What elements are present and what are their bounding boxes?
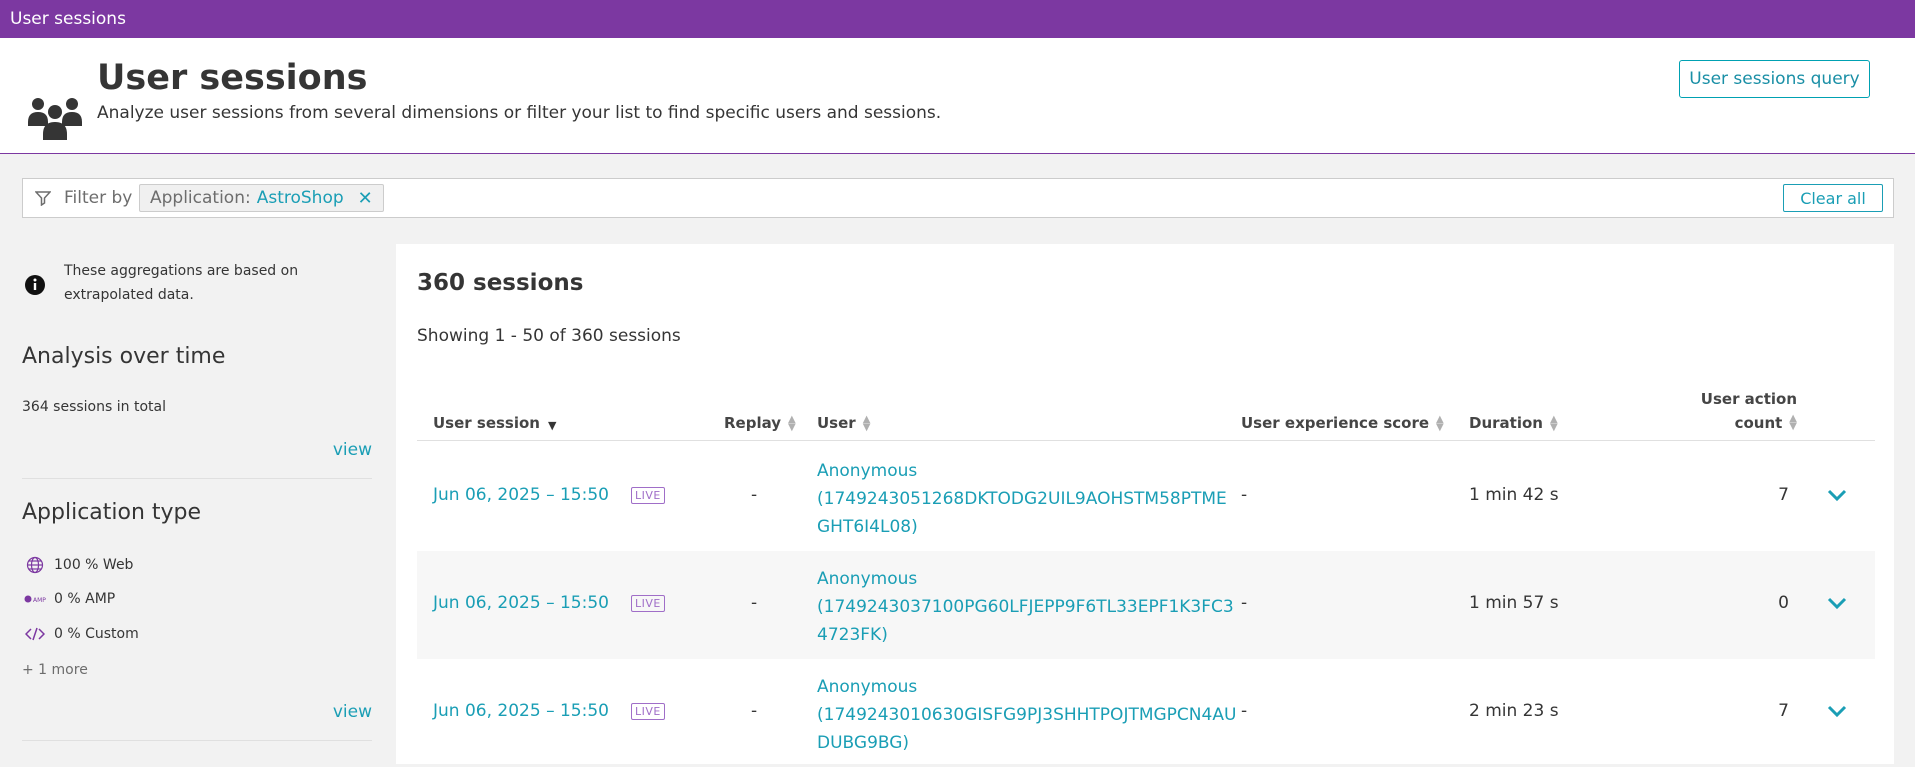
table-header: User session ▼ Replay ▲ ▼ User ▲ ▼ User ex… (417, 384, 1875, 441)
replay-value: - (751, 701, 758, 721)
divider (22, 740, 372, 741)
action-count: 7 (1778, 485, 1789, 505)
user-id: (1749243010630GISFG9PJ3SHHTPOJTMGPCN4AU (817, 705, 1237, 725)
user-name: Anonymous (817, 569, 918, 589)
analysis-over-time-heading: Analysis over time (22, 344, 226, 369)
table-row[interactable]: Jun 06, 2025 – 15:50 LIVE - Anonymous (1… (417, 659, 1875, 767)
col-user[interactable]: User ▲ ▼ (817, 414, 871, 433)
sessions-panel: 360 sessions Showing 1 - 50 of 360 sessi… (396, 244, 1894, 764)
user-sessions-query-button[interactable]: User sessions query (1679, 60, 1870, 98)
col-label: User session (433, 414, 540, 432)
apptype-web: 100 % Web (24, 556, 133, 574)
col-duration[interactable]: Duration ▲ ▼ (1469, 414, 1558, 433)
user-id-cont: GHT6I4L08) (817, 517, 918, 537)
apptype-custom: 0 % Custom (24, 626, 139, 642)
filter-chip-value: AstroShop (256, 188, 344, 208)
sort-icon: ▲ ▼ (788, 414, 796, 433)
ux-score: - (1241, 701, 1248, 721)
sort-icon: ▲ ▼ (1436, 414, 1444, 433)
amp-icon: AMP (24, 594, 46, 604)
col-label: User action (1700, 390, 1797, 408)
user-link[interactable]: Anonymous (1749243010630GISFG9PJ3SHHTPOJ… (817, 673, 1237, 757)
col-user-experience-score[interactable]: User experience score ▲ ▼ (1241, 414, 1444, 433)
user-name: Anonymous (817, 461, 918, 481)
divider (22, 478, 372, 479)
live-badge: LIVE (631, 703, 665, 720)
col-label: User experience score (1241, 414, 1430, 432)
page-subtitle: Analyze user sessions from several dimen… (97, 103, 942, 123)
user-id: (1749243037100PG60LFJEPP9F6TL33EPF1K3FC3 (817, 597, 1234, 617)
info-icon (25, 275, 45, 295)
filter-bar[interactable]: Filter by Application: AstroShop ✕ Clear… (22, 178, 1894, 218)
duration: 1 min 42 s (1469, 485, 1559, 505)
action-count: 0 (1778, 593, 1789, 613)
sort-icon: ▲ ▼ (862, 414, 871, 433)
table-row[interactable]: Jun 06, 2025 – 15:50 LIVE - Anonymous (1… (417, 443, 1875, 551)
live-badge: LIVE (631, 595, 665, 612)
user-id: (1749243051268DKTODG2UIL9AOHSTM58PTME (817, 489, 1227, 509)
action-count: 7 (1778, 701, 1789, 721)
user-link[interactable]: Anonymous (1749243037100PG60LFJEPP9F6TL3… (817, 565, 1234, 649)
replay-value: - (751, 485, 758, 505)
col-replay[interactable]: Replay ▲ ▼ (724, 414, 796, 433)
sort-icon: ▲ ▼ (1549, 414, 1558, 433)
users-group-icon (28, 98, 82, 140)
ux-score: - (1241, 485, 1248, 505)
clear-all-button[interactable]: Clear all (1783, 184, 1883, 212)
sessions-total: 364 sessions in total (22, 399, 166, 415)
col-user-session[interactable]: User session ▼ (433, 414, 556, 432)
user-id-cont: DUBG9BG) (817, 733, 910, 753)
duration: 2 min 23 s (1469, 701, 1559, 721)
apptype-label: 0 % Custom (54, 626, 139, 642)
ux-score: - (1241, 593, 1248, 613)
application-type-heading: Application type (22, 500, 202, 525)
globe-icon (24, 556, 46, 574)
sort-descending-icon: ▼ (548, 419, 557, 432)
pagination-summary: Showing 1 - 50 of 360 sessions (417, 326, 681, 346)
analysis-view-link[interactable]: view (333, 440, 372, 460)
filter-label: Filter by (64, 188, 133, 208)
page-title: User sessions (97, 58, 368, 98)
user-name: Anonymous (817, 677, 918, 697)
chevron-down-icon[interactable] (1827, 704, 1847, 718)
filter-icon (35, 191, 51, 206)
apptype-label: 0 % AMP (54, 591, 116, 607)
col-label: Duration (1469, 414, 1543, 432)
app-title: User sessions (10, 9, 126, 29)
col-label: count (1734, 414, 1783, 432)
user-link[interactable]: Anonymous (1749243051268DKTODG2UIL9AOHST… (817, 457, 1227, 541)
svg-text:AMP: AMP (33, 597, 46, 604)
page-header: User sessions Analyze user sessions from… (0, 38, 1915, 154)
apptype-amp: AMP 0 % AMP (24, 591, 115, 607)
apptype-view-link[interactable]: view (333, 702, 372, 722)
code-icon (24, 627, 46, 641)
extrapolation-note: These aggregations are based on extrapol… (64, 263, 299, 303)
col-user-action-count[interactable]: User action count ▲ ▼ (1657, 390, 1797, 432)
show-more-link[interactable]: + 1 more (22, 662, 88, 678)
user-id-cont: 4723FK) (817, 625, 888, 645)
apptype-label: 100 % Web (54, 557, 134, 573)
duration: 1 min 57 s (1469, 593, 1559, 613)
replay-value: - (751, 593, 758, 613)
col-label: Replay (724, 414, 782, 432)
chevron-down-icon[interactable] (1827, 596, 1847, 610)
session-date-link[interactable]: Jun 06, 2025 – 15:50 (433, 593, 609, 613)
chevron-down-icon[interactable] (1827, 488, 1847, 502)
sessions-count-title: 360 sessions (417, 270, 584, 296)
app-title-bar: User sessions (0, 0, 1915, 38)
remove-filter-icon[interactable]: ✕ (358, 188, 373, 209)
table-row[interactable]: Jun 06, 2025 – 15:50 LIVE - Anonymous (1… (417, 551, 1875, 659)
filter-chip-application[interactable]: Application: AstroShop ✕ (139, 184, 384, 212)
session-date-link[interactable]: Jun 06, 2025 – 15:50 (433, 485, 609, 505)
sort-icon: ▲ ▼ (1789, 413, 1797, 432)
session-date-link[interactable]: Jun 06, 2025 – 15:50 (433, 701, 609, 721)
filter-chip-key: Application: (150, 188, 251, 208)
col-label: User (817, 414, 856, 432)
live-badge: LIVE (631, 487, 665, 504)
